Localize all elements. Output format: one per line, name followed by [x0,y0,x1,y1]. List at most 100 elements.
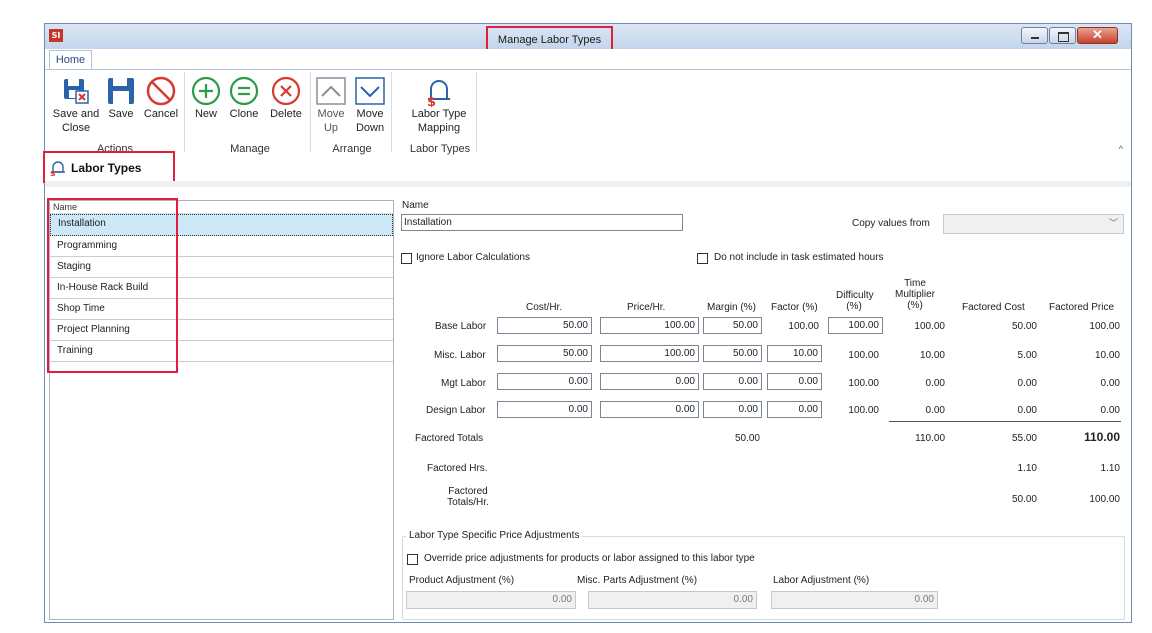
new-button[interactable]: New [189,75,223,121]
delete-icon [271,76,301,106]
labor-types-icon: $ [50,161,65,176]
price-input[interactable]: 100.00 [600,345,699,362]
group-label-arrange: Arrange [332,143,372,155]
fcost-value: 5.00 [1017,350,1037,361]
cost-input[interactable]: 50.00 [497,317,592,334]
tab-home[interactable]: Home [49,50,92,70]
difficulty-input[interactable]: 100.00 [828,317,883,334]
hours-fcost: 1.10 [1017,463,1037,474]
row-label: Misc. Labor [434,350,486,361]
mapping-label-1: Labor Type [411,108,467,120]
svg-text:$: $ [50,169,56,176]
ribbon-separator [310,72,311,152]
clone-button[interactable]: Clone [225,75,263,121]
delete-button[interactable]: Delete [266,75,306,121]
move-down-label-2: Down [355,122,385,134]
cancel-button[interactable]: Cancel [141,75,181,121]
maximize-button[interactable] [1049,27,1076,44]
difficulty-value: 100.00 [848,378,879,389]
price-input[interactable]: 100.00 [600,317,699,334]
move-up-label-2: Up [323,122,339,134]
move-up-button[interactable]: Move Up [315,75,347,135]
cost-input[interactable]: 50.00 [497,345,592,362]
labor-type-mapping-button[interactable]: $ Labor Type Mapping [406,75,472,135]
list-item[interactable]: Shop Time [50,299,393,320]
difficulty-value: 100.00 [848,350,879,361]
labor-adjustment-input[interactable]: 0.00 [771,591,938,609]
col-time-1: Time [904,278,926,289]
time-value: 100.00 [914,321,945,332]
list-item[interactable]: Installation [50,214,393,236]
new-label: New [194,108,217,120]
list-item[interactable]: Project Planning [50,320,393,341]
factored-per-hour-label: Factored Totals/Hr. [441,486,495,508]
price-input[interactable]: 0.00 [600,373,699,390]
hours-fprice: 1.10 [1100,463,1120,474]
list-item[interactable]: Programming [50,236,393,257]
col-difficulty: Difficulty (%) [836,290,874,312]
delete-label: Delete [270,108,302,120]
misc-adjustment-input[interactable]: 0.00 [588,591,757,609]
exclude-hours-checkbox[interactable] [697,253,708,264]
factor-input[interactable]: 10.00 [767,345,822,362]
minimize-button[interactable] [1021,27,1048,44]
save-button[interactable]: Save [104,75,138,121]
list-item[interactable]: In-House Rack Build [50,278,393,299]
labor-mapping-icon: $ [427,80,450,107]
labor-type-list: Name Installation Programming Staging In… [47,198,394,620]
override-checkbox[interactable] [407,554,418,565]
product-adjustment-input[interactable]: 0.00 [406,591,576,609]
row-label: Design Labor [426,405,486,416]
plus-icon [191,76,221,106]
col-difficulty-2: (%) [846,301,862,312]
cancel-label: Cancel [143,108,179,120]
ribbon-separator [391,72,392,152]
totals-fprice: 110.00 [1083,430,1120,444]
name-input[interactable]: Installation [401,214,683,231]
ignore-labor-checkbox[interactable] [401,253,412,264]
per-hour-fprice: 100.00 [1089,494,1120,505]
chevron-up-icon [316,77,346,105]
totals-divider [889,421,1121,422]
time-value: 0.00 [925,405,945,416]
ignore-labor-label: Ignore Labor Calculations [416,252,530,263]
price-input[interactable]: 0.00 [600,401,699,418]
page-title: Labor Types [71,161,142,175]
ribbon-collapse-icon[interactable]: ^ [1119,144,1123,154]
margin-input[interactable]: 0.00 [703,373,762,390]
save-close-icon [64,79,89,104]
header-divider [45,181,1131,187]
cost-input[interactable]: 0.00 [497,373,592,390]
ribbon-separator [476,72,477,152]
fcost-value: 0.00 [1017,405,1037,416]
move-down-button[interactable]: Move Down [353,75,387,135]
list-column-header[interactable]: Name [50,201,393,214]
misc-adjustment-label: Misc. Parts Adjustment (%) [577,575,698,586]
list-item[interactable]: Staging [50,257,393,278]
margin-input[interactable]: 50.00 [703,345,762,362]
col-time-3: (%) [907,300,923,311]
factor-input[interactable]: 0.00 [767,373,822,390]
list-item[interactable]: Training [50,341,393,362]
factored-hours-label: Factored Hrs. [427,463,488,474]
close-icon: ✕ [1092,27,1103,42]
save-and-close-button[interactable]: Save and Close [51,75,101,135]
factor-input[interactable]: 0.00 [767,401,822,418]
cost-input[interactable]: 0.00 [497,401,592,418]
move-down-label-1: Move [356,108,384,120]
fprice-value: 0.00 [1100,405,1120,416]
col-time-2: Multiplier [894,289,935,300]
col-cost: Cost/Hr. [526,302,563,313]
product-adjustment-label: Product Adjustment (%) [409,575,515,586]
move-up-label-1: Move [317,108,345,120]
copy-from-select[interactable]: ﹀ [943,214,1124,234]
adjustments-group-label: Labor Type Specific Price Adjustments [406,530,583,541]
col-time: Time Multiplier (%) [891,278,939,311]
margin-input[interactable]: 0.00 [703,401,762,418]
col-margin: Margin (%) [707,302,756,313]
per-hour-fcost: 50.00 [1011,494,1037,505]
margin-input[interactable]: 50.00 [703,317,762,334]
close-button[interactable]: ✕ [1077,27,1118,44]
fcost-value: 50.00 [1011,321,1037,332]
fprice-value: 100.00 [1089,321,1120,332]
